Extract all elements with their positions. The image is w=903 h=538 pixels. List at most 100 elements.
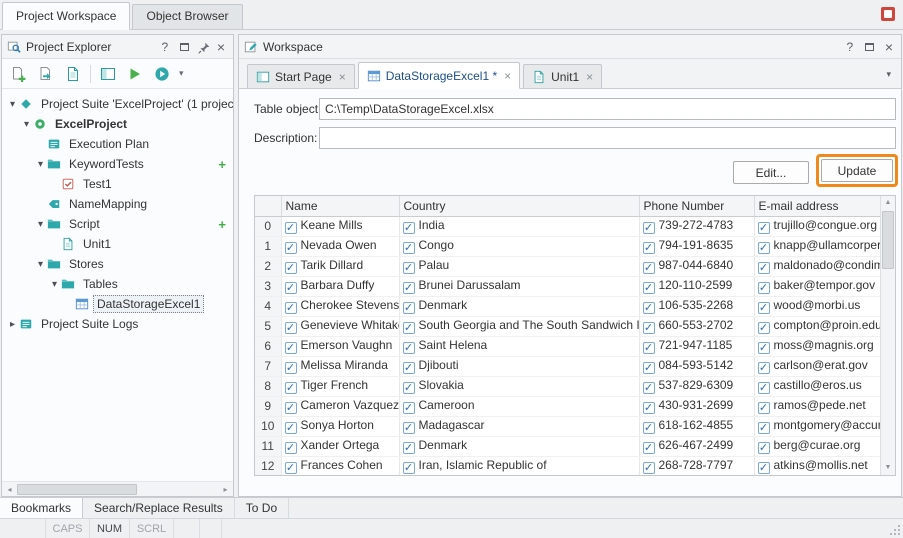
table-row[interactable]: 7✓Melissa Miranda✓Djibouti✓084-593-5142✓… — [255, 356, 880, 376]
cell-country[interactable]: ✓Brunei Darussalam — [399, 276, 639, 296]
cell-checkbox[interactable]: ✓ — [643, 282, 655, 294]
scroll-up-icon[interactable]: ▲ — [881, 196, 895, 210]
cell-checkbox[interactable]: ✓ — [758, 322, 770, 334]
cell-checkbox[interactable]: ✓ — [285, 442, 297, 454]
table-row[interactable]: 4✓Cherokee Stevens✓Denmark✓106-535-2268✓… — [255, 296, 880, 316]
tab-close-icon[interactable]: × — [586, 70, 593, 84]
cell-country[interactable]: ✓South Georgia and The South Sandwich Is… — [399, 316, 639, 336]
cell-country[interactable]: ✓Denmark — [399, 436, 639, 456]
cell-checkbox[interactable]: ✓ — [285, 282, 297, 294]
table-row[interactable]: 6✓Emerson Vaughn✓Saint Helena✓721-947-11… — [255, 336, 880, 356]
cell-email[interactable]: ✓maldonado@condimentum — [754, 256, 880, 276]
collapse-icon[interactable]: ▾ — [34, 219, 47, 230]
cell-phone[interactable]: ✓721-947-1185 — [639, 336, 754, 356]
cell-checkbox[interactable]: ✓ — [285, 262, 297, 274]
cell-email[interactable]: ✓compton@proin.edu — [754, 316, 880, 336]
cell-email[interactable]: ✓castillo@eros.us — [754, 376, 880, 396]
column-header-e-mail-address[interactable]: E-mail address — [754, 196, 880, 216]
scrollbar-thumb[interactable] — [17, 484, 137, 495]
cell-phone[interactable]: ✓430-931-2699 — [639, 396, 754, 416]
cell-checkbox[interactable]: ✓ — [758, 382, 770, 394]
tree-item-unit1[interactable]: Unit1 — [2, 234, 233, 254]
table-row[interactable]: 9✓Cameron Vazquez✓Cameroon✓430-931-2699✓… — [255, 396, 880, 416]
cell-checkbox[interactable]: ✓ — [758, 222, 770, 234]
cell-checkbox[interactable]: ✓ — [758, 262, 770, 274]
scroll-down-icon[interactable]: ▼ — [881, 461, 895, 475]
cell-phone[interactable]: ✓120-110-2599 — [639, 276, 754, 296]
cell-checkbox[interactable]: ✓ — [643, 222, 655, 234]
cell-checkbox[interactable]: ✓ — [403, 322, 415, 334]
cell-checkbox[interactable]: ✓ — [758, 422, 770, 434]
toolbar-dropdown-icon[interactable]: ▾ — [177, 68, 186, 79]
tab-close-icon[interactable]: × — [339, 70, 346, 84]
cell-email[interactable]: ✓knapp@ullamcorper.net — [754, 236, 880, 256]
cell-country[interactable]: ✓Slovakia — [399, 376, 639, 396]
tree-item-execution-plan[interactable]: Execution Plan — [2, 134, 233, 154]
cell-checkbox[interactable]: ✓ — [285, 222, 297, 234]
cell-name[interactable]: ✓Tiger French — [281, 376, 399, 396]
cell-email[interactable]: ✓atkins@mollis.net — [754, 456, 880, 475]
cell-phone[interactable]: ✓660-553-2702 — [639, 316, 754, 336]
column-header-rownum[interactable] — [255, 196, 281, 216]
cell-country[interactable]: ✓Djibouti — [399, 356, 639, 376]
cell-email[interactable]: ✓baker@tempor.gov — [754, 276, 880, 296]
cell-checkbox[interactable]: ✓ — [643, 242, 655, 254]
cell-checkbox[interactable]: ✓ — [403, 342, 415, 354]
cell-checkbox[interactable]: ✓ — [758, 242, 770, 254]
cell-checkbox[interactable]: ✓ — [643, 402, 655, 414]
alert-icon[interactable] — [881, 7, 895, 21]
cell-phone[interactable]: ✓106-535-2268 — [639, 296, 754, 316]
collapse-icon[interactable]: ▾ — [34, 259, 47, 270]
cell-name[interactable]: ✓Sonya Horton — [281, 416, 399, 436]
tree-item-excelproject[interactable]: ▾ExcelProject — [2, 114, 233, 134]
cell-phone[interactable]: ✓084-593-5142 — [639, 356, 754, 376]
table-row[interactable]: 11✓Xander Ortega✓Denmark✓626-467-2499✓be… — [255, 436, 880, 456]
cell-checkbox[interactable]: ✓ — [403, 242, 415, 254]
run-test-button[interactable] — [123, 62, 147, 86]
cell-checkbox[interactable]: ✓ — [403, 222, 415, 234]
cell-checkbox[interactable]: ✓ — [758, 462, 770, 474]
cell-name[interactable]: ✓Xander Ortega — [281, 436, 399, 456]
table-row[interactable]: 5✓Genevieve Whitaker✓South Georgia and T… — [255, 316, 880, 336]
collapse-icon[interactable]: ▾ — [34, 159, 47, 170]
cell-name[interactable]: ✓Cameron Vazquez — [281, 396, 399, 416]
cell-email[interactable]: ✓carlson@erat.gov — [754, 356, 880, 376]
tab-list-dropdown-icon[interactable]: ▾ — [886, 69, 891, 80]
help-icon[interactable]: ? — [158, 40, 172, 54]
table-row[interactable]: 12✓Frances Cohen✓Iran, Islamic Republic … — [255, 456, 880, 475]
bottom-tab-bookmarks[interactable]: Bookmarks — [0, 498, 83, 518]
tree-item-script[interactable]: ▾Script+ — [2, 214, 233, 234]
cell-checkbox[interactable]: ✓ — [643, 442, 655, 454]
cell-checkbox[interactable]: ✓ — [758, 402, 770, 414]
cell-checkbox[interactable]: ✓ — [403, 302, 415, 314]
column-header-phone-number[interactable]: Phone Number — [639, 196, 754, 216]
cell-country[interactable]: ✓Iran, Islamic Republic of — [399, 456, 639, 475]
cell-checkbox[interactable]: ✓ — [403, 462, 415, 474]
close-icon[interactable]: × — [882, 41, 896, 53]
cell-phone[interactable]: ✓618-162-4855 — [639, 416, 754, 436]
cell-country[interactable]: ✓Cameroon — [399, 396, 639, 416]
cell-phone[interactable]: ✓537-829-6309 — [639, 376, 754, 396]
update-button[interactable]: Update — [821, 159, 893, 182]
cell-name[interactable]: ✓Frances Cohen — [281, 456, 399, 475]
cell-country[interactable]: ✓India — [399, 216, 639, 236]
close-icon[interactable]: × — [214, 41, 228, 53]
add-item-button[interactable] — [7, 62, 31, 86]
scrollbar-thumb[interactable] — [882, 211, 894, 269]
cell-name[interactable]: ✓Genevieve Whitaker — [281, 316, 399, 336]
float-window-icon[interactable] — [180, 43, 189, 51]
column-header-country[interactable]: Country — [399, 196, 639, 216]
cell-checkbox[interactable]: ✓ — [285, 322, 297, 334]
tree-item-datastorageexcel1[interactable]: DataStorageExcel1 — [2, 294, 233, 314]
tree-item-namemapping[interactable]: NameMapping — [2, 194, 233, 214]
cell-checkbox[interactable]: ✓ — [758, 442, 770, 454]
table-object-input[interactable] — [319, 98, 896, 120]
table-row[interactable]: 10✓Sonya Horton✓Madagascar✓618-162-4855✓… — [255, 416, 880, 436]
scroll-right-icon[interactable]: ▸ — [218, 485, 233, 494]
cell-name[interactable]: ✓Cherokee Stevens — [281, 296, 399, 316]
cell-checkbox[interactable]: ✓ — [758, 342, 770, 354]
cell-checkbox[interactable]: ✓ — [403, 382, 415, 394]
collapse-icon[interactable]: ▾ — [48, 279, 61, 290]
cell-phone[interactable]: ✓794-191-8635 — [639, 236, 754, 256]
cell-checkbox[interactable]: ✓ — [643, 302, 655, 314]
